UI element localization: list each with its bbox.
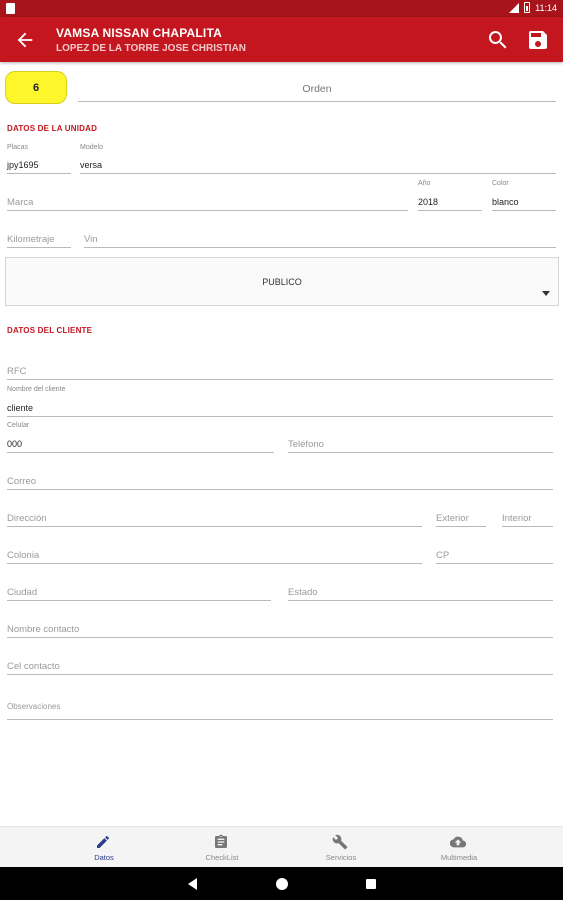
kilometraje-field[interactable]: Kilometraje [7,230,71,248]
vin-field[interactable]: Vin [84,230,556,248]
correo-placeholder: Correo [7,476,37,487]
interior-placeholder: Interior [502,513,532,524]
nav-datos-label: Datos [94,853,114,862]
client-section-heading: DATOS DEL CLIENTE [7,326,93,335]
anio-field[interactable]: Año 2018 [418,178,482,211]
anio-label: Año [418,180,431,187]
marca-field[interactable]: Marca [7,193,408,211]
nombre-cliente-field[interactable]: Nombre del cliente cliente [7,385,553,417]
back-arrow-icon[interactable] [14,29,36,51]
vin-placeholder: Vin [84,234,98,245]
modelo-value: versa [80,160,103,170]
ciudad-placeholder: Ciudad [7,587,38,598]
cel-contacto-placeholder: Cel contacto [7,661,60,672]
marca-placeholder: Marca [7,197,34,208]
modelo-field[interactable]: Modelo versa [80,142,556,174]
nav-datos[interactable]: Datos [44,827,164,868]
direccion-field[interactable]: Dirección [7,510,422,527]
estado-placeholder: Estado [288,587,318,598]
celular-label: Celular [7,422,30,429]
cp-field[interactable]: CP [436,547,553,564]
placas-label: Placas [7,144,29,151]
cloud-upload-icon [450,836,466,848]
clipboard-icon [215,834,227,848]
system-recents-icon[interactable] [366,879,376,889]
kilometraje-placeholder: Kilometraje [7,234,55,245]
search-icon[interactable] [486,28,510,52]
nav-multimedia[interactable]: Multimedia [399,827,519,868]
color-label: Color [492,180,509,187]
save-icon[interactable] [526,28,550,52]
app-subtitle: LOPEZ DE LA TORRE JOSE CHRISTIAN [56,43,247,54]
clock: 11:14 [535,2,557,13]
nav-multimedia-label: Multimedia [440,853,478,862]
system-back-icon[interactable] [188,878,197,890]
nombre-cliente-value: cliente [7,403,34,413]
orden-field[interactable]: Orden [78,80,556,102]
placas-value: jpy1695 [7,160,39,170]
colonia-placeholder: Colonia [7,550,40,561]
color-field[interactable]: Color blanco [492,178,556,211]
unit-section-heading: DATOS DE LA UNIDAD [7,124,98,133]
color-value: blanco [492,197,519,207]
estado-field[interactable]: Estado [288,584,553,601]
app-title: VAMSA NISSAN CHAPALITA [56,26,222,40]
ciudad-field[interactable]: Ciudad [7,584,271,601]
cp-placeholder: CP [436,550,450,561]
observaciones-placeholder: Observaciones [7,702,61,711]
battery-icon [524,2,531,13]
signal-icon [509,2,520,13]
wrench-icon [332,834,348,850]
celular-field[interactable]: Celular 000 [7,421,274,453]
bottom-navigation: Datos CheckList Servicios Multimedia [0,826,563,867]
nav-checklist-label: CheckList [205,853,239,862]
system-navigation-bar [0,867,563,900]
direccion-placeholder: Dirección [7,513,47,524]
nav-servicios-label: Servicios [325,853,357,862]
anio-value: 2018 [418,197,439,207]
correo-field[interactable]: Correo [7,473,553,490]
telefono-field[interactable]: Teléfono [288,436,553,453]
nav-servicios[interactable]: Servicios [281,827,401,868]
order-number-badge[interactable]: 6 [5,71,67,104]
modelo-label: Modelo [80,144,103,151]
pencil-icon [97,836,109,848]
dropdown-arrow-icon [542,291,550,296]
interior-field[interactable]: Interior [502,510,553,527]
nombre-contacto-field[interactable]: Nombre contacto [7,621,553,638]
app-bar: VAMSA NISSAN CHAPALITA LOPEZ DE LA TORRE… [0,17,563,62]
exterior-placeholder: Exterior [436,513,469,524]
cel-contacto-field[interactable]: Cel contacto [7,658,553,675]
nombre-cliente-label: Nombre del cliente [7,386,66,393]
colonia-field[interactable]: Colonia [7,547,422,564]
celular-value: 000 [7,439,23,449]
nombre-contacto-placeholder: Nombre contacto [7,624,80,635]
exterior-field[interactable]: Exterior [436,510,486,527]
observaciones-field[interactable]: Observaciones [7,700,553,720]
telefono-placeholder: Teléfono [288,439,324,450]
status-bar: 11:14 [0,0,563,17]
rfc-placeholder: RFC [7,366,27,377]
tipo-selected-value: PUBLICO [262,277,302,287]
placas-field[interactable]: Placas jpy1695 [7,142,71,174]
notification-icon [6,3,15,14]
system-home-icon[interactable] [276,878,288,890]
tipo-select[interactable]: PUBLICO [5,257,559,306]
rfc-field[interactable]: RFC [7,362,553,380]
nav-checklist[interactable]: CheckList [162,827,282,868]
